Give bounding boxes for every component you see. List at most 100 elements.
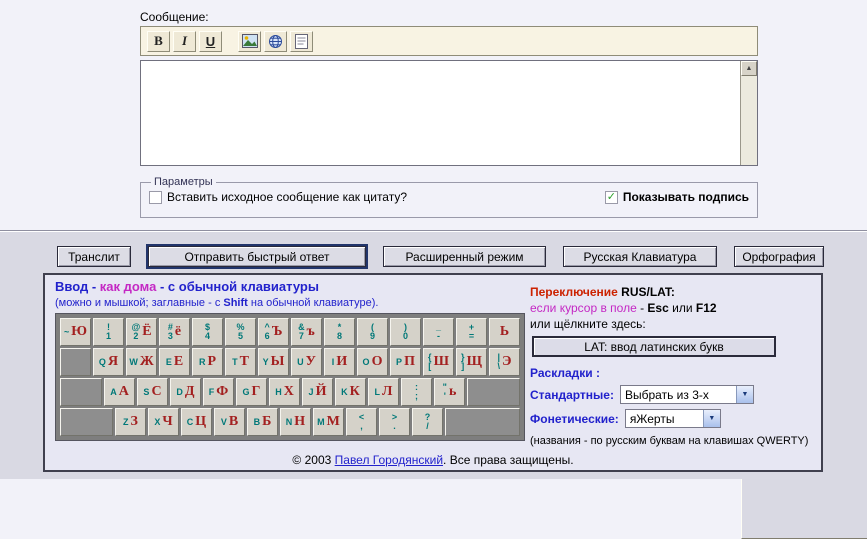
keyboard-key[interactable]: ~ Ю [60, 318, 91, 346]
standard-layout-select[interactable]: Выбрать из 3-х ▼ [619, 385, 754, 404]
keyboard-row: ~ Ю! 1 @ 2 Ё # 3 ё $ 4 % 5 ^ 6 Ъ & 7 ъ * 8 ( 9 ) 0 _ - +… [60, 318, 520, 346]
link-icon[interactable] [264, 30, 287, 52]
scroll-up-icon[interactable]: ▲ [741, 61, 757, 76]
key-latin-label: ( 9 [369, 322, 375, 341]
key-latin-label: " ' [442, 382, 447, 401]
text-part: - [636, 301, 648, 315]
keyboard-key[interactable]: < , [346, 408, 377, 436]
phonetic-layout-select[interactable]: яЖерты ▼ [624, 409, 721, 428]
keyboard-key[interactable]: WЖ [126, 348, 157, 376]
key-latin-label: Z [123, 416, 129, 427]
message-textarea[interactable] [141, 61, 740, 165]
keyboard-blank-key [445, 408, 520, 436]
keyboard-key[interactable]: MМ [313, 408, 344, 436]
keyboard-key[interactable]: % 5 [225, 318, 256, 346]
keyboard-key[interactable]: Ь [489, 318, 520, 346]
action-buttons: Транслит Отправить быстрый ответ Расширенн… [57, 244, 824, 269]
keyboard-key[interactable]: " ' ь [434, 378, 465, 406]
action-button-5[interactable]: Орфография [734, 246, 824, 267]
action-button-3[interactable]: Расширенный режим [383, 246, 546, 267]
key-russian-label: В [228, 414, 239, 429]
keyboard-key[interactable]: : ; [401, 378, 432, 406]
action-button-1[interactable]: Транслит [57, 246, 131, 267]
keyboard-key[interactable]: RР [192, 348, 223, 376]
keyboard-key[interactable]: * 8 [324, 318, 355, 346]
key-latin-label: O [362, 356, 370, 367]
keyboard-key[interactable]: ( 9 [357, 318, 388, 346]
keyboard-key[interactable]: # 3ё [159, 318, 190, 346]
action-button-4[interactable]: Русская Клавиатура [563, 246, 717, 267]
action-button-2[interactable]: Отправить быстрый ответ [146, 244, 368, 269]
keyboard-key[interactable]: ^ 6Ъ [258, 318, 289, 346]
keyboard-key[interactable]: @ 2Ё [126, 318, 157, 346]
keyboard-key[interactable]: SС [137, 378, 168, 406]
keyboard-key[interactable]: _ - [423, 318, 454, 346]
keyboard-row: Q Я W Ж E Е R Р T Т Y Ы U У I И O О P П{ [Ш} ] Щ | \ Э [60, 348, 520, 376]
keyboard-key[interactable]: GГ [236, 378, 267, 406]
author-link[interactable]: Павел Городянский [335, 453, 443, 467]
image-icon[interactable] [238, 30, 261, 52]
key-russian-label: Щ [466, 354, 482, 369]
key-russian-label: Ч [162, 414, 173, 429]
editor-scrollbar[interactable]: ▲ ▼ [740, 61, 867, 539]
keyboard-key[interactable]: XЧ [148, 408, 179, 436]
keyboard-key[interactable]: > . [379, 408, 410, 436]
italic-button[interactable]: I [173, 30, 196, 52]
keyboard-key[interactable]: BБ [247, 408, 278, 436]
dropdown-arrow-icon[interactable]: ▼ [735, 386, 753, 403]
keyboard-blank-key [467, 378, 520, 406]
keyboard-key[interactable]: OО [357, 348, 388, 376]
keyboard-key[interactable]: DД [170, 378, 201, 406]
lat-toggle-button[interactable]: LAT: ввод латинских букв [532, 336, 776, 357]
keyboard-key[interactable]: ! 1 [93, 318, 124, 346]
bold-button[interactable]: B [147, 30, 170, 52]
quote-checkbox[interactable] [149, 190, 162, 204]
keyboard-key[interactable]: } ] Щ [456, 348, 487, 376]
keyboard-key[interactable]: { [Ш [423, 348, 454, 376]
keyboard-row: Z З X Ч C Ц V В B Б N Н M М < , > .? / [60, 408, 520, 436]
keyboard-key[interactable]: VВ [214, 408, 245, 436]
key-latin-label: W [129, 356, 138, 367]
key-russian-label: Э [502, 354, 512, 369]
signature-checkbox[interactable]: ✓ [604, 190, 618, 204]
keyboard-key[interactable]: TТ [225, 348, 256, 376]
layouts-title: Раскладки : [530, 366, 600, 380]
keyboard-key[interactable]: NН [280, 408, 311, 436]
keyboard-key[interactable]: ) 0 [390, 318, 421, 346]
keyboard-key[interactable]: JЙ [302, 378, 333, 406]
key-latin-label: R [198, 356, 206, 367]
phonetic-layout-row: Фонетические: яЖерты ▼ [530, 409, 818, 428]
keyboard-key[interactable]: ZЗ [115, 408, 146, 436]
quote-icon[interactable] [290, 30, 313, 52]
keyboard-key[interactable]: ? / [412, 408, 443, 436]
keyboard-key[interactable]: $ 4 [192, 318, 223, 346]
underline-button[interactable]: U [199, 30, 222, 52]
keyboard-key[interactable]: & 7ъ [291, 318, 322, 346]
keyboard-key[interactable]: PП [390, 348, 421, 376]
keyboard-blank-key [60, 348, 91, 376]
key-latin-label: X [154, 416, 161, 427]
keyboard-key[interactable]: + = [456, 318, 487, 346]
keyboard-key[interactable]: HХ [269, 378, 300, 406]
keyboard-key[interactable]: QЯ [93, 348, 124, 376]
key-russian-label: Б [262, 414, 272, 429]
key-latin-label: $ 4 [204, 322, 210, 341]
keyboard-key[interactable]: CЦ [181, 408, 212, 436]
key-latin-label: N [285, 416, 293, 427]
keyboard-key[interactable]: | \ Э [489, 348, 520, 376]
keyboard-key[interactable]: FФ [203, 378, 234, 406]
standard-layout-row: Стандартные: Выбрать из 3-х ▼ [530, 385, 818, 404]
key-latin-label: U [297, 356, 304, 367]
message-label: Сообщение: [140, 10, 209, 24]
dropdown-arrow-icon[interactable]: ▼ [702, 410, 720, 427]
keyboard-key[interactable]: KК [335, 378, 366, 406]
keyboard-key[interactable]: UУ [291, 348, 322, 376]
key-latin-label: J [308, 386, 314, 397]
keyboard-key[interactable]: YЫ [258, 348, 289, 376]
keyboard-key[interactable]: LЛ [368, 378, 399, 406]
params-fieldset: Параметры Вставить исходное сообщение ка… [140, 176, 758, 218]
keyboard-key[interactable]: AА [104, 378, 135, 406]
keyboard-key[interactable]: IИ [324, 348, 355, 376]
text-part: . Все права защищены. [443, 453, 574, 467]
keyboard-key[interactable]: EЕ [159, 348, 190, 376]
